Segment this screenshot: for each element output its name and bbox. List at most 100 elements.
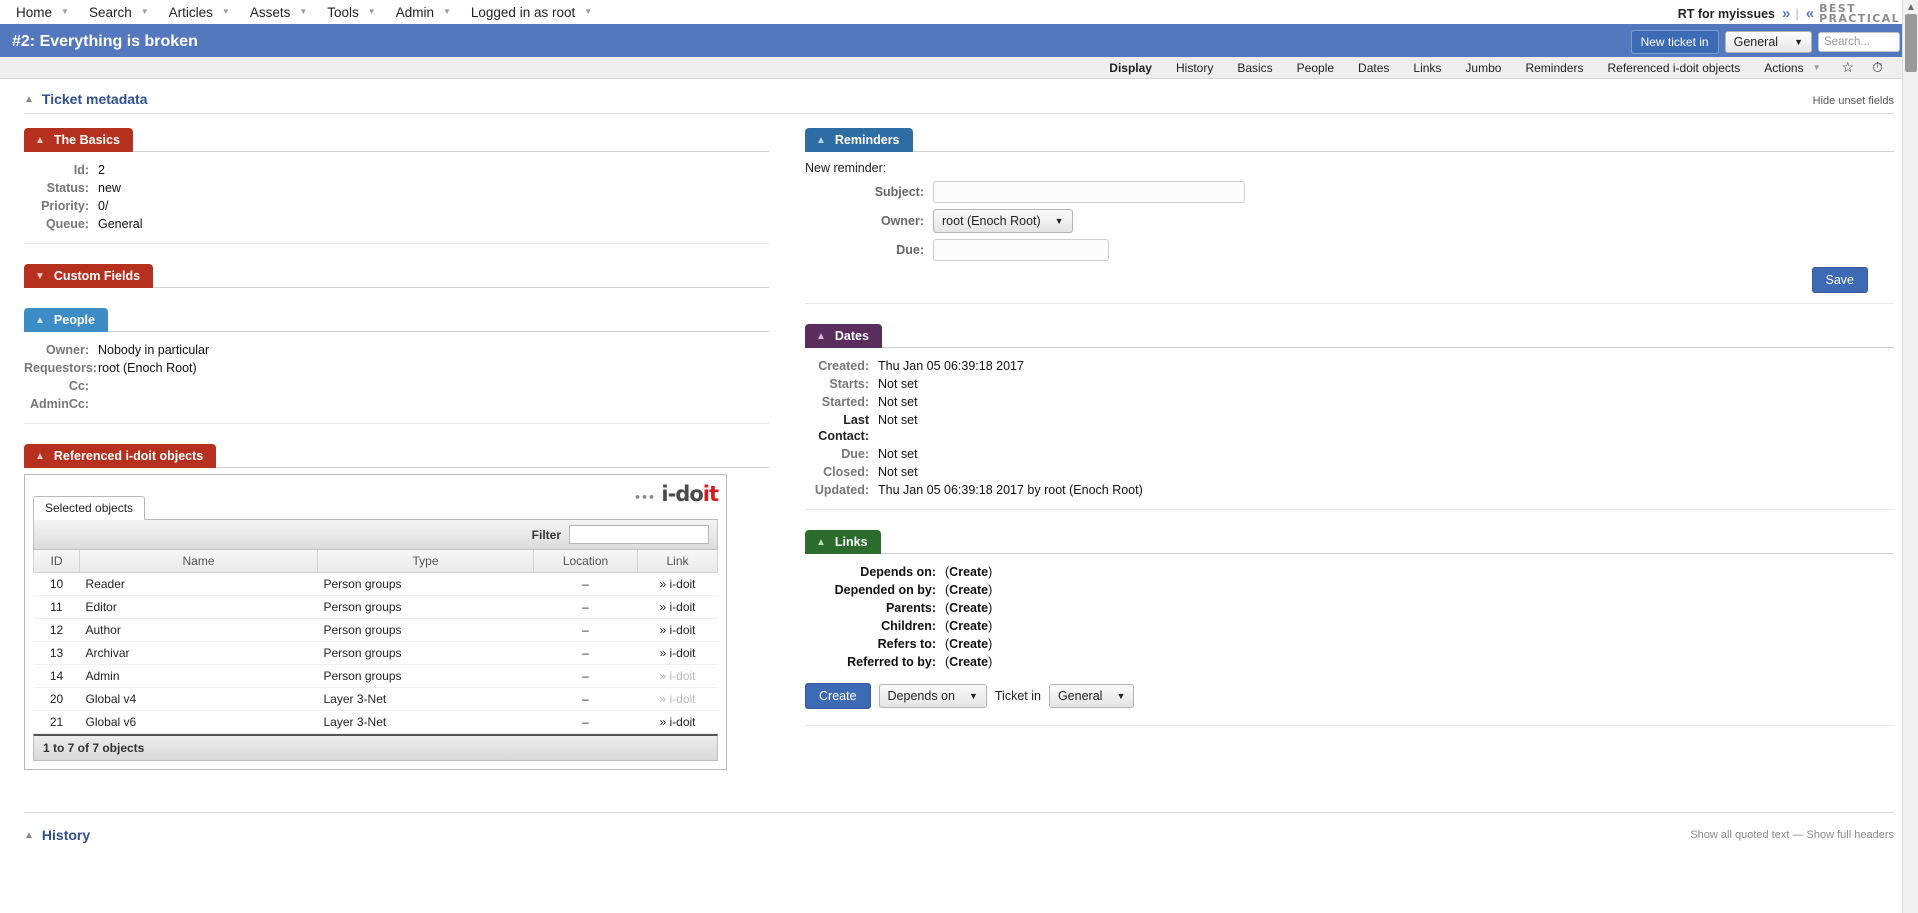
field-row-owner: Owner: Nobody in particular — [24, 341, 769, 359]
idoit-object-link[interactable]: » i-doit — [659, 623, 695, 637]
idoit-object-link[interactable]: » i-doit — [659, 669, 695, 683]
create-link-button[interactable]: Create — [805, 683, 871, 709]
widget-reminders: ▲ Reminders New reminder: Subject: Owner… — [805, 128, 1894, 304]
top-navigation-bar: Home ▼ Search ▼ Articles ▼ Assets ▼ Tool… — [0, 0, 1918, 27]
tab-referenced-idoit-objects[interactable]: Referenced i-doit objects — [1595, 61, 1752, 75]
custom-fields-header[interactable]: ▼ Custom Fields — [24, 264, 154, 288]
title-bar-actions: New ticket in General ▼ Search... — [1630, 30, 1900, 54]
tab-dates[interactable]: Dates — [1346, 61, 1401, 75]
create-link[interactable]: Create — [949, 565, 988, 579]
cell-location: – — [533, 710, 638, 734]
nav-item-tools[interactable]: Tools ▼ — [317, 0, 385, 24]
field-value: Not set — [878, 447, 918, 461]
ticket-metadata-toggle[interactable]: ▲ Ticket metadata — [24, 91, 147, 107]
link-relation-select[interactable]: Depends on ▼ — [878, 684, 987, 708]
link-queue-select[interactable]: General ▼ — [1048, 684, 1135, 708]
cell-location: – — [533, 687, 638, 711]
field-label: Started: — [821, 395, 869, 409]
field-value: Thu Jan 05 06:39:18 2017 by root (Enoch … — [878, 483, 1143, 497]
search-input[interactable]: Search... — [1818, 32, 1900, 52]
reminder-due-row: Due: — [805, 239, 1894, 261]
hide-unset-fields-link[interactable]: Hide unset fields — [1813, 95, 1894, 107]
show-full-headers-link[interactable]: Show full headers — [1807, 829, 1894, 841]
field-row-due: Due: Not set — [805, 445, 1894, 463]
chevron-double-right-icon[interactable]: » — [1782, 5, 1790, 22]
nav-item-admin[interactable]: Admin ▼ — [386, 0, 461, 24]
idoit-object-link[interactable]: » i-doit — [659, 646, 695, 660]
scrollbar-thumb[interactable] — [1905, 14, 1917, 72]
link-row-referred-to-by: Referred to by: (Create) — [805, 653, 1894, 671]
reminder-due-input[interactable] — [933, 239, 1109, 261]
create-link[interactable]: Create — [949, 583, 988, 597]
idoit-object-link[interactable]: » i-doit — [659, 692, 695, 706]
show-all-quoted-text-link[interactable]: Show all quoted text — [1690, 829, 1789, 841]
column-header-location[interactable]: Location — [533, 550, 638, 573]
tab-reminders[interactable]: Reminders — [1513, 61, 1595, 75]
cell-type: Layer 3-Net — [317, 687, 534, 711]
chevron-double-left-icon[interactable]: « — [1806, 5, 1814, 22]
reminder-owner-select[interactable]: root (Enoch Root) ▼ — [933, 209, 1073, 233]
nav-item-articles[interactable]: Articles ▼ — [159, 0, 240, 24]
idoit-filter-input[interactable] — [569, 525, 709, 544]
idoit-object-link[interactable]: » i-doit — [659, 577, 695, 591]
page-content: ▲ Ticket metadata Hide unset fields ▲ Th… — [0, 91, 1918, 790]
column-header-type[interactable]: Type — [317, 550, 534, 573]
nav-item-logged-in-as-root[interactable]: Logged in as root ▼ — [461, 0, 602, 24]
chevron-down-icon: ▼ — [968, 691, 978, 701]
vertical-scrollbar[interactable]: ▲ — [1902, 0, 1918, 913]
nav-item-assets[interactable]: Assets ▼ — [240, 0, 317, 24]
new-ticket-queue-select[interactable]: General ▼ — [1724, 31, 1812, 53]
nav-item-search[interactable]: Search ▼ — [79, 0, 159, 24]
history-toggle[interactable]: ▲ History — [24, 827, 90, 843]
create-link[interactable]: Create — [949, 637, 988, 651]
tab-basics[interactable]: Basics — [1225, 61, 1284, 75]
idoit-object-link[interactable]: » i-doit — [659, 715, 695, 729]
tab-actions[interactable]: Actions ▼ — [1752, 61, 1832, 75]
nav-item-label: Logged in as root — [470, 4, 576, 20]
field-row-status: Status: new — [24, 179, 769, 197]
star-icon[interactable]: ☆ — [1833, 59, 1864, 76]
dates-body: Created: Thu Jan 05 06:39:18 2017 Starts… — [805, 347, 1894, 510]
chevron-down-icon: ▼ — [1116, 691, 1126, 701]
field-row-cc: Cc: — [24, 377, 769, 395]
create-link[interactable]: Create — [949, 655, 988, 669]
field-label: Due: — [896, 243, 924, 257]
save-reminder-button[interactable]: Save — [1811, 267, 1868, 293]
idoit-tab-selected-objects[interactable]: Selected objects — [33, 496, 146, 520]
field-value: 2 — [98, 163, 105, 177]
field-label: Parents: — [885, 601, 936, 615]
referenced-idoit-objects-title: Referenced i-doit objects — [53, 449, 204, 463]
timer-icon[interactable]: ⏱ — [1863, 59, 1892, 76]
widget-referenced-idoit-objects: ▲ Referenced i-doit objects ••• i-doit S… — [24, 444, 769, 770]
people-header[interactable]: ▲ People — [24, 308, 108, 332]
table-row: 20 Global v4 Layer 3-Net – » i-doit — [33, 687, 718, 711]
ticket-metadata-header: ▲ Ticket metadata Hide unset fields — [24, 91, 1894, 107]
column-header-link[interactable]: Link — [637, 550, 718, 573]
dates-header[interactable]: ▲ Dates — [805, 324, 882, 348]
new-reminder-label: New reminder: — [805, 161, 887, 175]
idoit-object-link[interactable]: » i-doit — [659, 600, 695, 614]
cell-name: Editor — [79, 595, 318, 619]
reminder-subject-input[interactable] — [933, 181, 1245, 203]
reminder-save-row: Save — [805, 267, 1894, 293]
new-ticket-button[interactable]: New ticket in — [1630, 30, 1719, 54]
create-link[interactable]: Create — [949, 619, 988, 633]
column-header-name[interactable]: Name — [79, 550, 318, 573]
column-header-id[interactable]: ID — [33, 550, 80, 573]
nav-item-home[interactable]: Home ▼ — [6, 0, 79, 24]
create-link[interactable]: Create — [949, 601, 988, 615]
tab-people[interactable]: People — [1285, 61, 1346, 75]
tab-jumbo[interactable]: Jumbo — [1453, 61, 1513, 75]
the-basics-header[interactable]: ▲ The Basics — [24, 128, 133, 152]
cell-location: – — [533, 641, 638, 665]
the-basics-body: Id: 2 Status: new Priority: 0/ Queue: Ge… — [24, 151, 769, 244]
scroll-up-arrow-icon[interactable]: ▲ — [1906, 2, 1916, 13]
referenced-idoit-objects-header[interactable]: ▲ Referenced i-doit objects — [24, 444, 217, 468]
links-header[interactable]: ▲ Links — [805, 530, 881, 554]
chevron-up-icon: ▲ — [24, 829, 34, 841]
tab-display[interactable]: Display — [1097, 61, 1164, 75]
reminders-header[interactable]: ▲ Reminders — [805, 128, 913, 152]
tab-links[interactable]: Links — [1401, 61, 1453, 75]
tab-history[interactable]: History — [1164, 61, 1225, 75]
field-label: Refers to: — [877, 637, 936, 651]
